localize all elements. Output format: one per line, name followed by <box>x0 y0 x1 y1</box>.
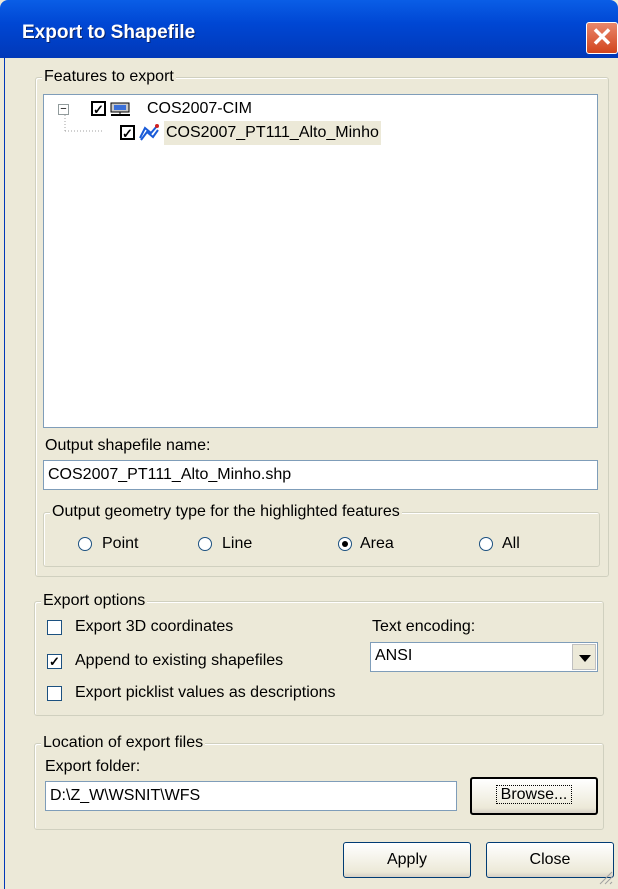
polygon-layer-icon <box>139 124 159 141</box>
resize-grip-icon[interactable] <box>598 870 614 886</box>
picklist-label: Export picklist values as descriptions <box>75 684 336 701</box>
tree-layer-checkbox[interactable]: ✓ <box>120 125 135 140</box>
features-legend: Features to export <box>42 68 176 86</box>
radio-line-button[interactable] <box>198 537 212 551</box>
export-folder-label: Export folder: <box>45 758 141 775</box>
export-3d-label: Export 3D coordinates <box>75 618 234 635</box>
radio-point-button[interactable] <box>78 537 92 551</box>
tree-root-label: COS2007-CIM <box>147 100 252 117</box>
location-legend: Location of export files <box>41 734 206 752</box>
output-name-input[interactable]: COS2007_PT111_Alto_Minho.shp <box>43 460 598 490</box>
browse-button[interactable]: Browse... <box>470 777 598 815</box>
collapse-icon[interactable]: − <box>58 104 69 115</box>
radio-all-label: All <box>502 535 520 552</box>
features-tree[interactable]: − ✓ COS2007-CIM ✓ COS2007_PT111_Alto_Min… <box>43 94 598 428</box>
close-window-button[interactable]: ✕ <box>586 22 618 54</box>
append-checkbox[interactable]: ✓ <box>47 654 62 669</box>
picklist-checkbox[interactable] <box>47 686 62 701</box>
browse-label: Browse... <box>495 785 573 804</box>
output-name-label: Output shapefile name: <box>45 437 211 454</box>
close-icon: ✕ <box>591 22 613 52</box>
radio-area-label: Area <box>360 535 394 552</box>
encoding-label: Text encoding: <box>372 618 476 635</box>
radio-all-button[interactable] <box>479 537 493 551</box>
window-title: Export to Shapefile <box>22 22 196 43</box>
export-3d-checkbox[interactable] <box>47 620 62 635</box>
radio-line-label: Line <box>222 535 253 552</box>
close-button[interactable]: Close <box>486 842 614 878</box>
tree-root-checkbox[interactable]: ✓ <box>91 101 106 116</box>
encoding-value: ANSI <box>375 647 413 664</box>
export-folder-input[interactable]: D:\Z_W\WSNIT\WFS <box>45 781 457 811</box>
chevron-down-icon[interactable] <box>572 644 596 670</box>
export-options-legend: Export options <box>41 592 148 610</box>
export-dialog: Export to Shapefile ✕ Features to export… <box>0 0 618 889</box>
title-bar[interactable]: Export to Shapefile ✕ <box>0 0 618 58</box>
apply-button[interactable]: Apply <box>343 842 471 878</box>
tree-connector <box>64 115 104 132</box>
radio-point-label: Point <box>102 535 139 552</box>
radio-area-button[interactable] <box>338 537 352 551</box>
geometry-legend: Output geometry type for the highlighted… <box>50 503 402 521</box>
append-label: Append to existing shapefiles <box>75 652 284 669</box>
encoding-select[interactable]: ANSI <box>370 642 598 672</box>
tree-layer-label: COS2007_PT111_Alto_Minho <box>164 121 381 145</box>
server-icon <box>110 102 130 116</box>
